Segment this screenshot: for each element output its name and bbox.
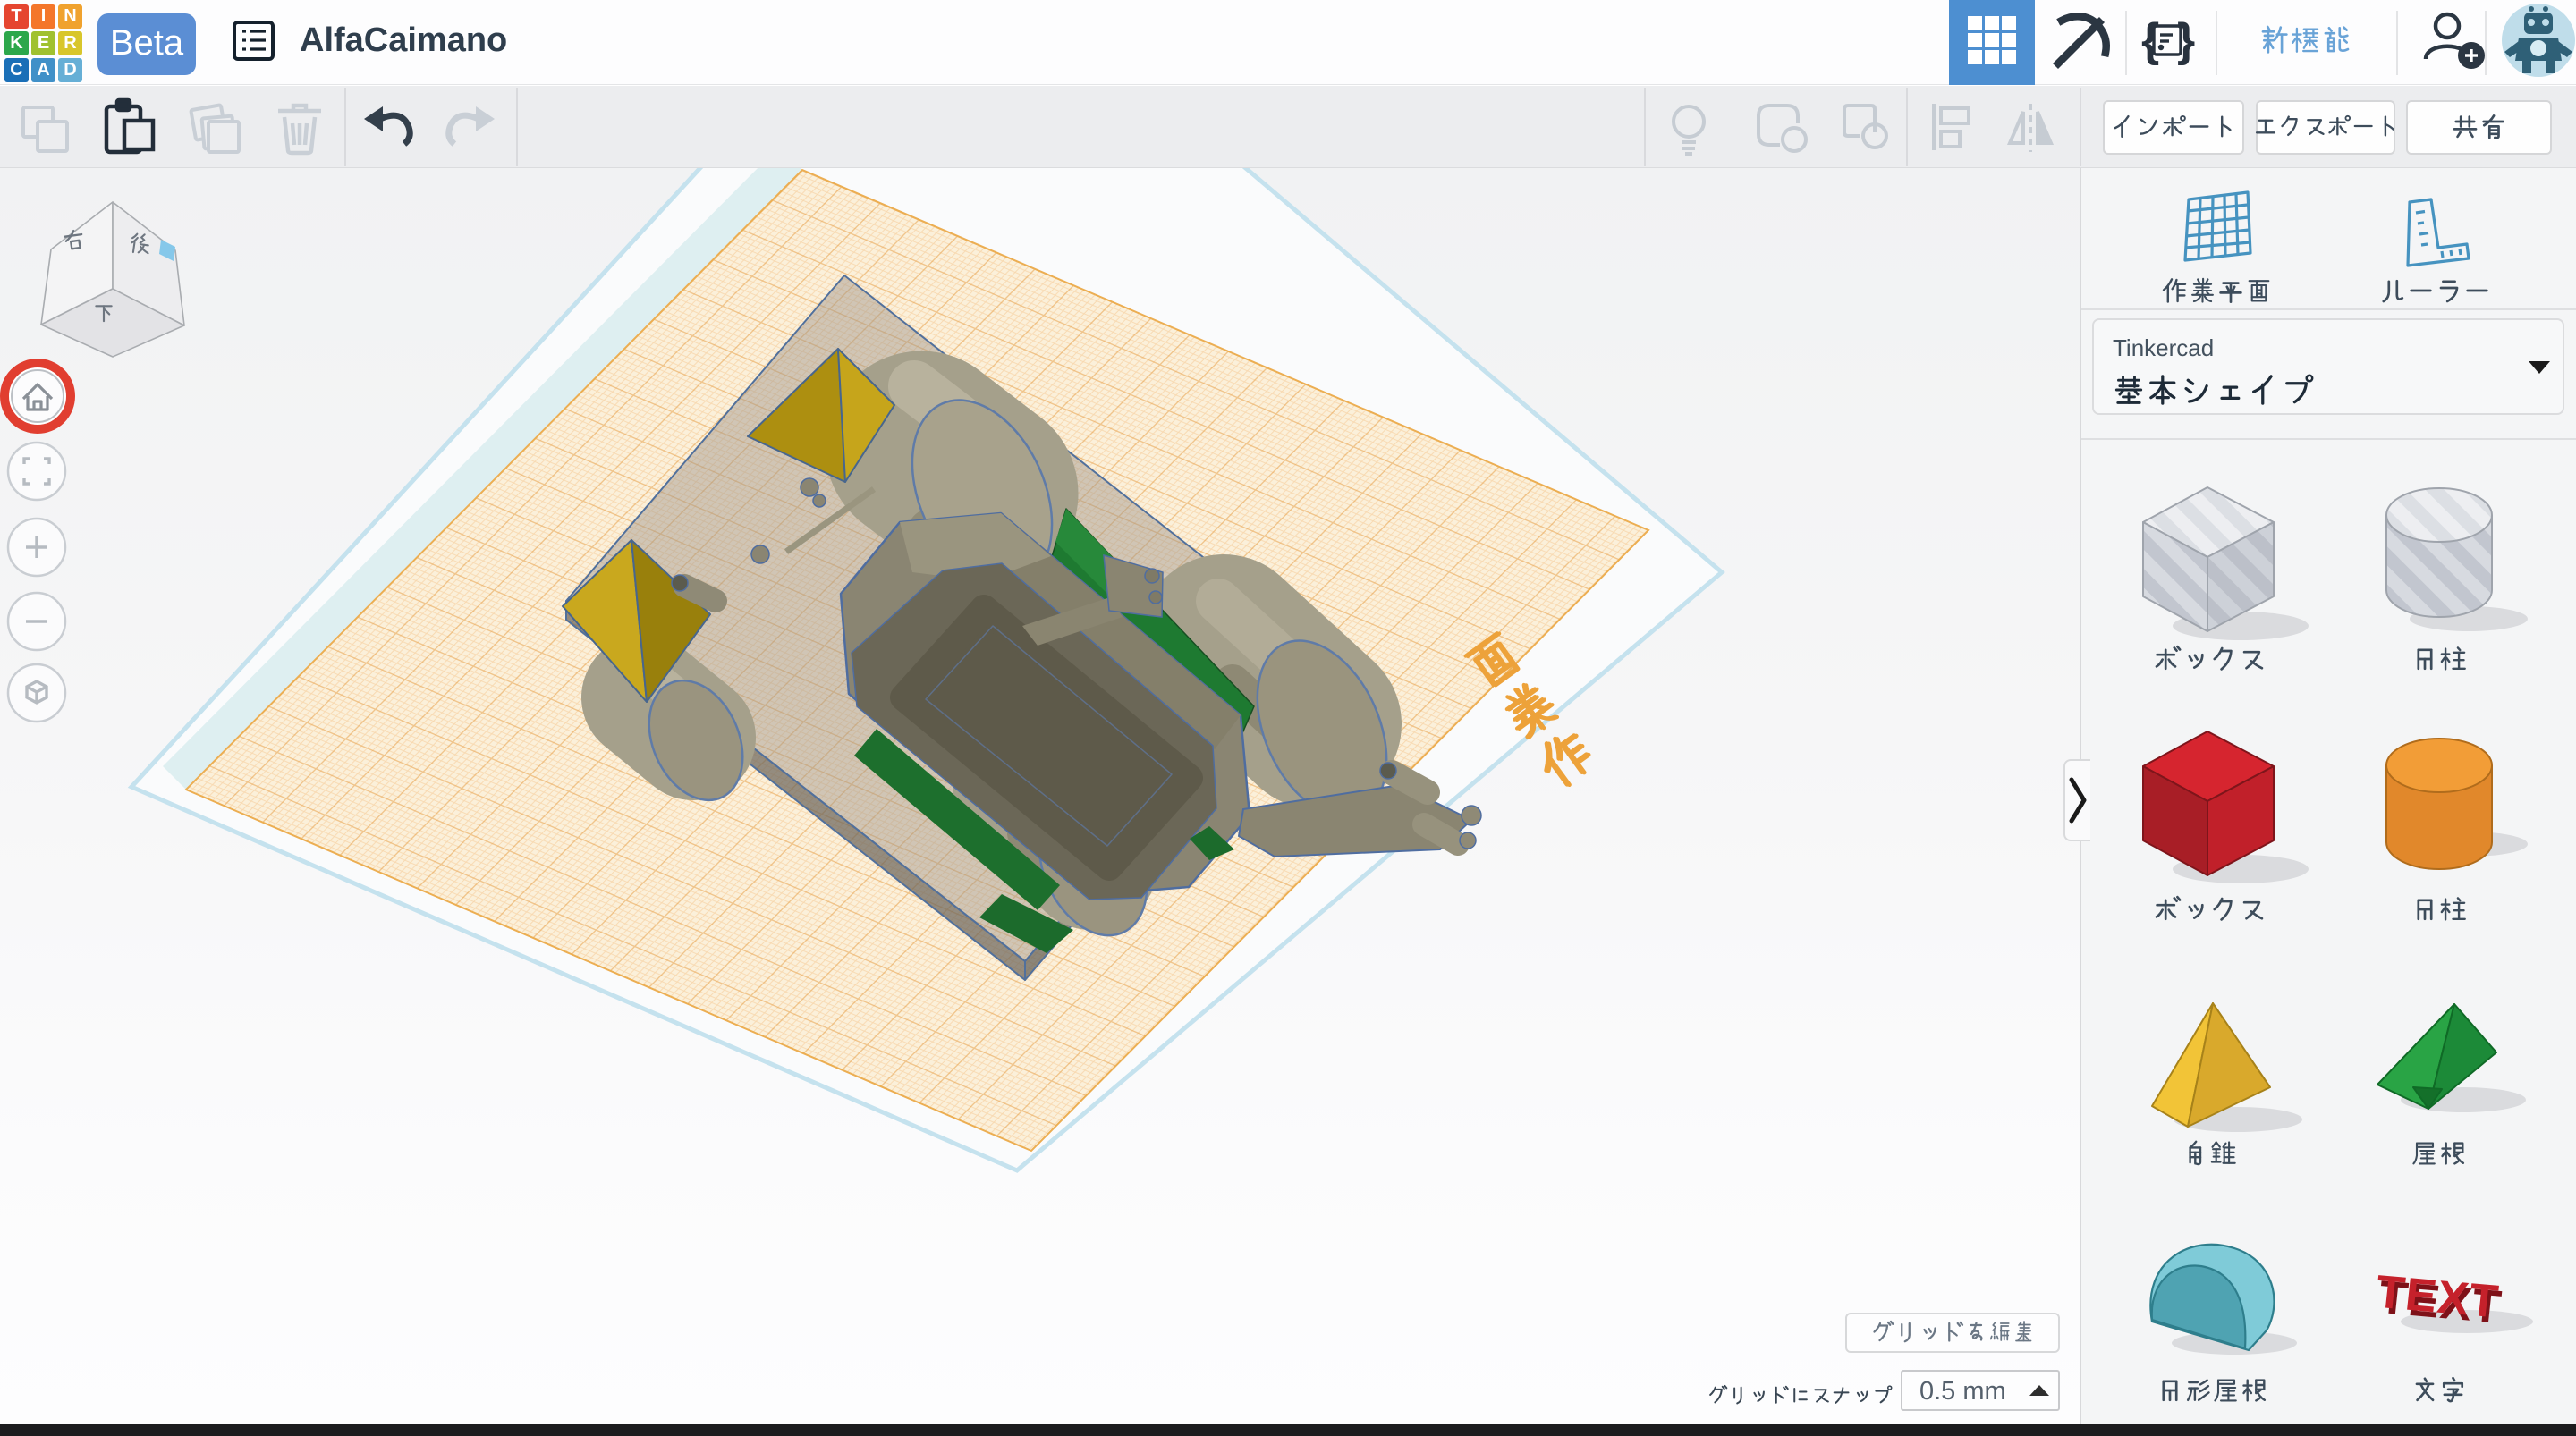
svg-text:TEXT: TEXT (2374, 1266, 2502, 1328)
svg-text:{: { (2141, 14, 2159, 66)
